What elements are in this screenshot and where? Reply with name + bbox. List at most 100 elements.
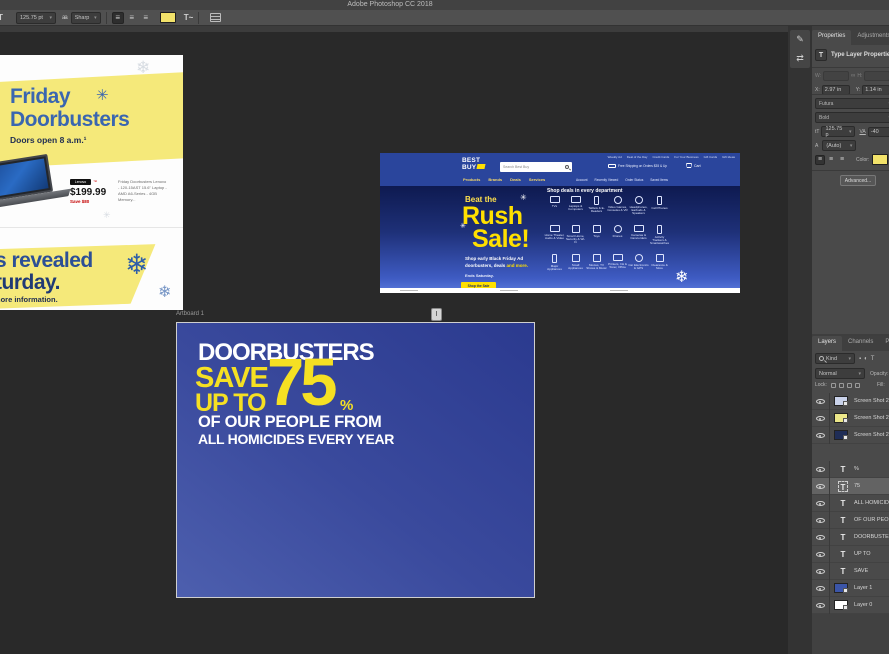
advanced-button[interactable]: Advanced...	[840, 175, 876, 186]
visibility-eye-icon[interactable]	[816, 433, 825, 438]
layer-name[interactable]: Layer 1	[854, 585, 872, 591]
text-orientation-icon[interactable]: T	[0, 13, 12, 22]
visibility-eye-icon[interactable]	[816, 518, 825, 523]
font-family-select[interactable]: Futura	[815, 98, 889, 109]
artboard-handle[interactable]: I	[431, 308, 442, 321]
tab-adjustments[interactable]: Adjustments	[851, 30, 889, 45]
filter-icon[interactable]: T	[871, 356, 875, 362]
layer-name[interactable]: Screen Shot 2018-1	[854, 398, 889, 404]
align-right-button[interactable]	[140, 12, 152, 24]
layer-name[interactable]: Screen Shot 2018-1	[854, 432, 889, 438]
type-color-swatch[interactable]	[872, 154, 889, 165]
collapsed-panel-dock: ✎ ⇄	[790, 30, 810, 68]
properties-panel: Properties Adjustments T Type Layer Prop…	[812, 30, 889, 334]
lock-transparency-icon[interactable]	[830, 382, 836, 388]
toggle-panels-button[interactable]	[210, 13, 222, 22]
filter-icon[interactable]: ◐	[864, 356, 868, 362]
leading-select[interactable]: (Auto)	[822, 140, 857, 151]
search-placeholder: Search Best Buy	[503, 165, 530, 169]
tab-paths[interactable]: Paths	[879, 336, 889, 351]
anti-alias-select[interactable]: Sharp	[70, 11, 101, 24]
snowflake-icon: ✳	[103, 210, 111, 220]
layer-row[interactable]: ▾ T ALL HOMICIDES	[812, 495, 889, 512]
layer-row[interactable]: ▾ T Layer 1	[812, 580, 889, 597]
layer-name[interactable]: OF OUR PEOPLE	[854, 517, 889, 523]
lock-position-icon[interactable]	[846, 382, 852, 388]
align-center-button[interactable]	[126, 12, 138, 24]
lock-row: Lock: Fill:	[815, 382, 885, 388]
visibility-eye-icon[interactable]	[816, 552, 825, 557]
search-icon	[565, 165, 569, 169]
panel-header: T Type Layer Properties	[815, 49, 889, 61]
layer-row[interactable]: ▾ T Layer 0	[812, 597, 889, 614]
layer-row[interactable]: ▾ T Screen Shot 2018-1	[812, 427, 889, 444]
tab-properties[interactable]: Properties	[812, 30, 852, 45]
filter-icon[interactable]: ▪	[859, 356, 861, 362]
layer-name[interactable]: ALL HOMICIDES	[854, 500, 889, 506]
top-link: Credit Cards	[652, 155, 670, 159]
align-right-button[interactable]	[837, 155, 847, 165]
layer-row[interactable]: ▾ T Screen Shot 2018-1	[812, 410, 889, 427]
height-field[interactable]	[864, 71, 889, 81]
tracking-icon: VA	[859, 128, 866, 135]
department-item: Movies, TV Shows & Music	[586, 254, 607, 283]
layer-name[interactable]: DOORBUSTERS	[854, 534, 889, 540]
tool-presets-icon[interactable]: ⇄	[796, 53, 804, 64]
visibility-eye-icon[interactable]	[816, 535, 825, 540]
font-style-select[interactable]: Bold	[815, 112, 889, 123]
smart-object-badge	[843, 605, 848, 610]
layer-name[interactable]: %	[854, 466, 859, 472]
visibility-eye-icon[interactable]	[816, 399, 825, 404]
lock-artboard-icon[interactable]	[854, 382, 860, 388]
warp-text-button[interactable]: T~	[184, 13, 194, 22]
layer-row[interactable]: ▾ T SAVE	[812, 563, 889, 580]
cart-icon	[686, 163, 692, 168]
width-field[interactable]	[823, 71, 850, 81]
department-item: Drones	[607, 225, 628, 254]
layer-row[interactable]: ▾ T 75	[812, 478, 889, 495]
layer-name[interactable]: UP TO	[854, 551, 871, 557]
align-center-button[interactable]	[826, 155, 836, 165]
layer-row[interactable]: ▾ T DOORBUSTERS	[812, 529, 889, 546]
font-size-select[interactable]: 125.75 pt	[16, 11, 56, 24]
tracking-field[interactable]: -40	[867, 126, 889, 137]
flyer-screenshot-layer[interactable]: ❄ Friday ✳ Doorbusters Doors open 8 a.m.…	[0, 55, 183, 310]
visibility-eye-icon[interactable]	[816, 586, 825, 591]
tab-layers[interactable]: Layers	[812, 336, 843, 351]
text-color-swatch[interactable]	[159, 12, 176, 23]
visibility-eye-icon[interactable]	[816, 416, 825, 421]
text-layer-icon: T	[840, 516, 846, 525]
layer-name[interactable]: SAVE	[854, 568, 868, 574]
blend-mode-select[interactable]: Normal	[815, 368, 865, 379]
visibility-eye-icon[interactable]	[816, 501, 825, 506]
lock-pixels-icon[interactable]	[838, 382, 844, 388]
layer-row[interactable]: ▾ T UP TO	[812, 546, 889, 563]
layer-name[interactable]: Layer 0	[854, 602, 872, 608]
flyer-product-description: Friday Doorbusters Lenovo - 120-15AST 15…	[118, 179, 167, 202]
layer-row[interactable]: ▾ T %	[812, 461, 889, 478]
department-icon	[655, 254, 664, 262]
brush-panel-icon[interactable]: ✎	[796, 34, 804, 45]
bestbuy-screenshot-layer[interactable]: Weekly Ad Deal of the Day Credit Cards For …	[380, 153, 740, 293]
visibility-eye-icon[interactable]	[816, 603, 825, 608]
layer-row[interactable]: ▾ T Screen Shot 2018-1	[812, 393, 889, 410]
tab-channels[interactable]: Channels	[842, 336, 879, 351]
font-size-select[interactable]: 125.75 p	[821, 126, 856, 138]
layer-name[interactable]: Screen Shot 2018-1	[854, 415, 889, 421]
text-layer-icon: T	[838, 481, 848, 492]
department-icon	[552, 254, 557, 263]
artboard-canvas[interactable]: DOORBUSTERS SAVE UP TO 75 % OF OUR PEOPL…	[176, 322, 535, 598]
artboard-label[interactable]: Artboard 1	[176, 311, 204, 317]
align-left-button[interactable]	[111, 11, 124, 24]
visibility-eye-icon[interactable]	[816, 467, 825, 472]
align-left-button[interactable]	[815, 154, 825, 165]
layer-filter-select[interactable]: Kind	[815, 353, 855, 364]
layer-row[interactable]: ▾ T OF OUR PEOPLE	[812, 512, 889, 529]
leading-row: A (Auto)	[815, 140, 857, 151]
top-link: Gift Ideas	[722, 155, 735, 159]
visibility-eye-icon[interactable]	[816, 569, 825, 574]
department-item: TVs	[544, 196, 565, 225]
link-dimensions-icon[interactable]: ∞	[851, 73, 855, 79]
visibility-eye-icon[interactable]	[816, 484, 825, 489]
layer-name[interactable]: 75	[854, 483, 860, 489]
